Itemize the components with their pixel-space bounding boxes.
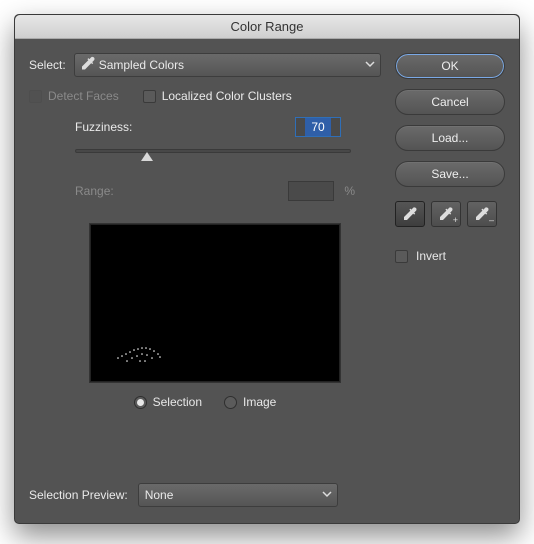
invert-label: Invert (416, 249, 446, 263)
selection-preview-label: Selection Preview: (29, 488, 128, 502)
invert-checkbox[interactable] (395, 250, 408, 263)
image-radio[interactable]: Image (224, 395, 276, 409)
preview-thumbnail (89, 223, 341, 383)
eyedropper-icon (438, 206, 454, 222)
ok-button[interactable]: OK (395, 53, 505, 79)
color-range-dialog: Color Range Select: Sampled Colors (14, 14, 520, 524)
radio-icon (134, 396, 147, 409)
fuzziness-row: Fuzziness: 70 (29, 117, 381, 137)
selection-preview-dropdown[interactable]: None (138, 483, 338, 507)
fuzziness-value: 70 (305, 118, 330, 136)
eyedropper-tools: + – (395, 201, 505, 227)
load-button[interactable]: Load... (395, 125, 505, 151)
preview-marks (112, 328, 192, 368)
select-dropdown[interactable]: Sampled Colors (74, 53, 381, 77)
localized-clusters-checkbox[interactable] (143, 90, 156, 103)
selection-radio[interactable]: Selection (134, 395, 202, 409)
range-input (288, 181, 334, 201)
eyedropper-icon (474, 206, 490, 222)
checkbox-row: Detect Faces Localized Color Clusters (29, 89, 381, 103)
left-panel: Select: Sampled Colors Detect Faces (29, 53, 381, 469)
slider-track (75, 149, 351, 153)
fuzziness-slider[interactable] (75, 149, 351, 163)
minus-icon: – (489, 215, 494, 225)
select-row: Select: Sampled Colors (29, 53, 381, 77)
bottom-row: Selection Preview: None (15, 483, 519, 523)
selection-preview-wrap: None (138, 483, 338, 507)
save-button[interactable]: Save... (395, 161, 505, 187)
selection-radio-label: Selection (153, 395, 202, 409)
eyedropper-subtract-button[interactable]: – (467, 201, 497, 227)
dialog-body: Select: Sampled Colors Detect Faces (15, 39, 519, 483)
localized-clusters-label: Localized Color Clusters (162, 89, 292, 103)
range-label: Range: (75, 184, 114, 198)
plus-icon: + (453, 215, 458, 225)
detect-faces-checkbox (29, 90, 42, 103)
eyedropper-button[interactable] (395, 201, 425, 227)
eyedropper-add-button[interactable]: + (431, 201, 461, 227)
radio-icon (224, 396, 237, 409)
fuzziness-input[interactable]: 70 (295, 117, 341, 137)
range-row: Range: % (29, 181, 381, 201)
eyedropper-icon (402, 206, 418, 222)
select-label: Select: (29, 58, 66, 72)
right-panel: OK Cancel Load... Save... + – Inver (395, 53, 505, 469)
preview-mode-radios: Selection Image (29, 395, 381, 409)
fuzziness-label: Fuzziness: (75, 120, 132, 134)
slider-thumb[interactable] (141, 152, 153, 161)
invert-row: Invert (395, 249, 505, 263)
image-radio-label: Image (243, 395, 276, 409)
select-dropdown-wrap: Sampled Colors (74, 53, 381, 77)
detect-faces-label: Detect Faces (48, 89, 119, 103)
window-title: Color Range (231, 19, 304, 34)
titlebar: Color Range (15, 15, 519, 39)
cancel-button[interactable]: Cancel (395, 89, 505, 115)
range-unit: % (344, 184, 355, 198)
